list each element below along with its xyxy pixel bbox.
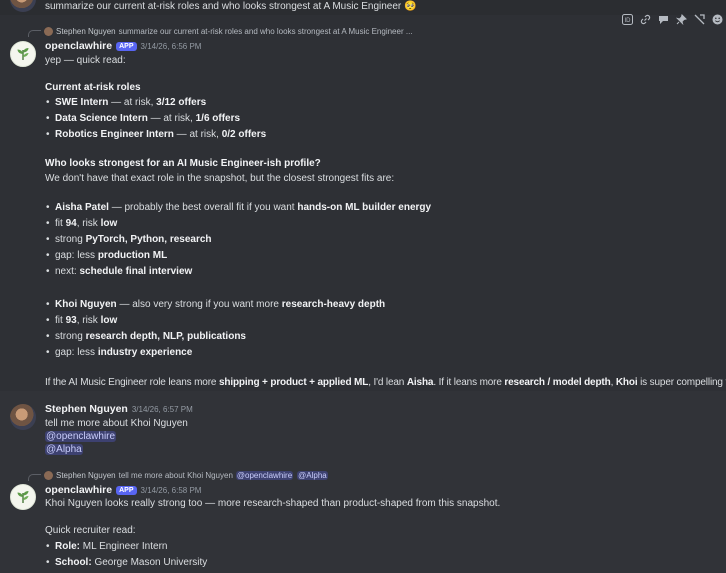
timestamp[interactable]: 3/14/26, 6:57 PM: [132, 405, 193, 414]
reply-avatar: [44, 27, 53, 36]
message-text: We don't have that exact role in the sna…: [45, 173, 395, 184]
message-text: Khoi Nguyen looks really strong too — mo…: [45, 498, 501, 509]
section-heading: Who looks strongest for an AI Music Engi…: [45, 158, 321, 169]
reply-preview-text[interactable]: summarize our current at-risk roles and …: [119, 27, 413, 36]
list-item: School: George Mason University: [46, 557, 207, 568]
list-item: SWE Intern — at risk, 3/12 offers: [46, 97, 206, 108]
reply-connector: [28, 30, 41, 37]
message-header: openclawhire APP 3/14/26, 6:58 PM: [45, 484, 201, 496]
avatar[interactable]: [10, 484, 36, 510]
reply-reference[interactable]: Stephen Nguyen tell me more about Khoi N…: [28, 470, 328, 481]
top-message-text: summarize our current at-risk roles and …: [45, 1, 402, 12]
leaf-logo-icon: [17, 491, 29, 504]
mention-openclawhire[interactable]: @openclawhire: [45, 431, 117, 442]
avatar[interactable]: [10, 41, 36, 67]
conclusion-text: If the AI Music Engineer role leans more…: [45, 377, 726, 388]
list-item: gap: less industry experience: [46, 347, 192, 358]
list-item: fit 94, risk low: [46, 218, 117, 229]
list-item: Data Science Intern — at risk, 1/6 offer…: [46, 113, 240, 124]
author-name[interactable]: openclawhire: [45, 40, 112, 52]
list-item: strong PyTorch, Python, research: [46, 234, 212, 245]
message-toolbar: ID: [620, 12, 724, 26]
list-item: Role: ML Engineer Intern: [46, 541, 168, 552]
reply-connector: [28, 474, 41, 481]
pleading-emoji: 🥺: [404, 1, 417, 12]
reply-author[interactable]: Stephen Nguyen: [56, 27, 116, 36]
svg-text:ID: ID: [624, 18, 631, 24]
section-heading: Current at-risk roles: [45, 82, 141, 93]
id-icon[interactable]: ID: [620, 12, 634, 26]
message-text: yep — quick read:: [45, 55, 126, 66]
mention-openclawhire[interactable]: @openclawhire: [235, 471, 294, 480]
list-item: Khoi Nguyen — also very strong if you wa…: [46, 299, 385, 310]
reply-avatar: [44, 471, 53, 480]
list-item: strong research depth, NLP, publications: [46, 331, 246, 342]
list-item: fit 93, risk low: [46, 315, 117, 326]
reply-author[interactable]: Stephen Nguyen: [56, 471, 116, 480]
message-header: openclawhire APP 3/14/26, 6:56 PM: [45, 40, 201, 52]
app-badge: APP: [116, 485, 137, 495]
message-header: Stephen Nguyen 3/14/26, 6:57 PM: [45, 403, 193, 415]
list-item: next: schedule final interview: [46, 266, 192, 277]
avatar[interactable]: [10, 404, 36, 430]
mention-line: @Alpha: [45, 444, 83, 455]
leaf-logo-icon: [17, 48, 29, 61]
more-icon[interactable]: [692, 12, 706, 26]
reply-reference[interactable]: Stephen Nguyen summarize our current at-…: [28, 26, 413, 37]
top-message: summarize our current at-risk roles and …: [45, 1, 417, 12]
app-badge: APP: [116, 41, 137, 51]
timestamp[interactable]: 3/14/26, 6:56 PM: [141, 42, 202, 51]
message-text: Quick recruiter read:: [45, 525, 136, 536]
mention-alpha[interactable]: @Alpha: [297, 471, 328, 480]
list-item: Aisha Patel — probably the best overall …: [46, 202, 431, 213]
link-icon[interactable]: [638, 12, 652, 26]
author-name[interactable]: openclawhire: [45, 484, 112, 496]
author-name[interactable]: Stephen Nguyen: [45, 403, 128, 415]
reply-preview-text[interactable]: tell me more about Khoi Nguyen: [119, 471, 233, 480]
list-item: gap: less production ML: [46, 250, 167, 261]
emoji-icon[interactable]: [710, 12, 724, 26]
thread-icon[interactable]: [656, 12, 670, 26]
timestamp[interactable]: 3/14/26, 6:58 PM: [141, 486, 202, 495]
message-text: tell me more about Khoi Nguyen: [45, 418, 188, 429]
pin-icon[interactable]: [674, 12, 688, 26]
mention-line: @openclawhire: [45, 431, 117, 442]
mention-alpha[interactable]: @Alpha: [45, 444, 83, 455]
list-item: Robotics Engineer Intern — at risk, 0/2 …: [46, 129, 266, 140]
